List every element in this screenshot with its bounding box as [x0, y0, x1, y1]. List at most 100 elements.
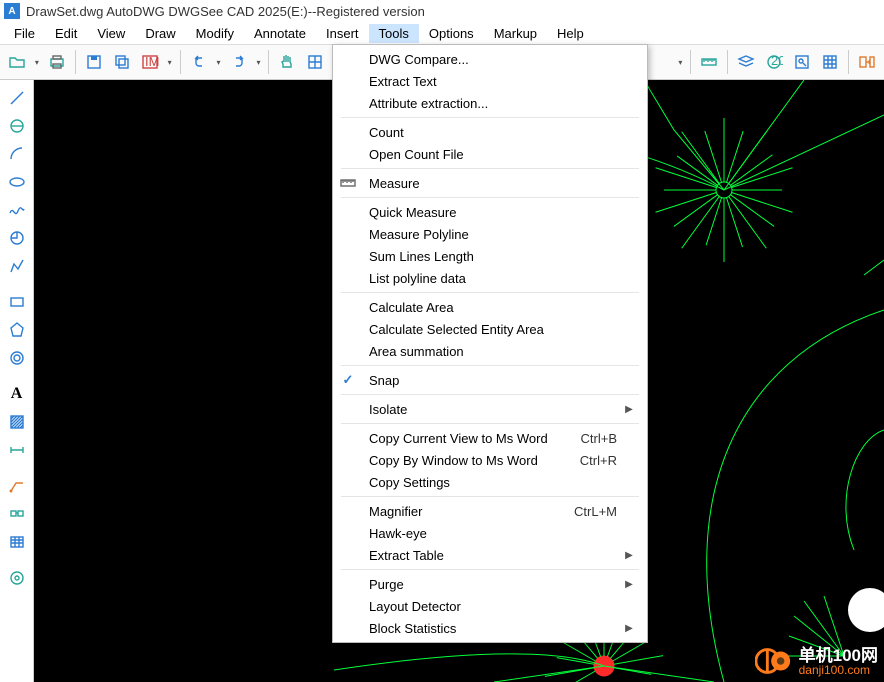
watermark-text: 单机100网 [799, 647, 878, 664]
menu-item-magnifier[interactable]: MagnifierCtrL+M [333, 500, 647, 522]
menu-file[interactable]: File [4, 24, 45, 43]
menu-help[interactable]: Help [547, 24, 594, 43]
menu-item-label: Count [363, 125, 623, 140]
menu-item-label: Calculate Area [363, 300, 623, 315]
menu-item-extract-table[interactable]: Extract Table▶ [333, 544, 647, 566]
pan-button[interactable] [274, 49, 300, 75]
menu-item-label: Measure Polyline [363, 227, 623, 242]
menu-item-label: Attribute extraction... [363, 96, 623, 111]
menu-tools[interactable]: Tools [369, 24, 419, 43]
line-tool-icon[interactable] [5, 86, 29, 110]
menu-item-label: Measure [363, 176, 623, 191]
menu-item-label: Snap [363, 373, 623, 388]
history-button[interactable]: 20 [761, 49, 787, 75]
redo-button[interactable] [226, 49, 252, 75]
copy-button[interactable] [109, 49, 135, 75]
toolbar-separator [690, 50, 691, 74]
menu-bar: FileEditViewDrawModifyAnnotateInsertTool… [0, 22, 884, 44]
menu-item-label: Block Statistics [363, 621, 623, 636]
menu-item-label: List polyline data [363, 271, 623, 286]
submenu-arrow-icon: ▶ [623, 404, 635, 415]
menu-item-attribute-extraction[interactable]: Attribute extraction... [333, 92, 647, 114]
menu-edit[interactable]: Edit [45, 24, 87, 43]
menu-item-extract-text[interactable]: Extract Text [333, 70, 647, 92]
block-tool-icon[interactable] [5, 502, 29, 526]
text-tool-icon[interactable]: A [5, 382, 29, 406]
menu-modify[interactable]: Modify [186, 24, 244, 43]
menu-item-sum-lines-length[interactable]: Sum Lines Length [333, 245, 647, 267]
find-button[interactable] [789, 49, 815, 75]
menu-item-count[interactable]: Count [333, 121, 647, 143]
menu-item-copy-settings[interactable]: Copy Settings [333, 471, 647, 493]
target-tool-icon[interactable] [5, 566, 29, 590]
menu-item-snap[interactable]: ✓Snap [333, 369, 647, 391]
watermark-subtext: danji100.com [799, 664, 878, 676]
menu-annotate[interactable]: Annotate [244, 24, 316, 43]
menu-item-label: Copy Current View to Ms Word [363, 431, 581, 446]
menu-item-label: Magnifier [363, 504, 574, 519]
polygon-tool-icon[interactable] [5, 318, 29, 342]
submenu-arrow-icon: ▶ [623, 550, 635, 561]
ring-tool-icon[interactable] [5, 346, 29, 370]
arc-tool-icon[interactable] [5, 142, 29, 166]
menu-item-label: DWG Compare... [363, 52, 623, 67]
rectangle-tool-icon[interactable] [5, 290, 29, 314]
menu-item-label: Sum Lines Length [363, 249, 623, 264]
ruler-button[interactable] [696, 49, 722, 75]
menu-item-copy-by-window-to-ms-word[interactable]: Copy By Window to Ms WordCtrl+R [333, 449, 647, 471]
print-button[interactable] [44, 49, 70, 75]
menu-item-calculate-area[interactable]: Calculate Area [333, 296, 647, 318]
polyline-tool-icon[interactable] [5, 254, 29, 278]
menu-item-shortcut: Ctrl+R [580, 453, 623, 468]
open-dropdown-icon[interactable]: ▾ [32, 49, 42, 75]
open-button[interactable] [4, 49, 30, 75]
menu-item-measure[interactable]: Measure [333, 172, 647, 194]
image-export-button[interactable]: IMG [137, 49, 163, 75]
menu-item-quick-measure[interactable]: Quick Measure [333, 201, 647, 223]
ellipse-tool-icon[interactable] [5, 170, 29, 194]
layers-button[interactable] [733, 49, 759, 75]
layer-dropdown-icon[interactable]: ▾ [675, 49, 685, 75]
save-button[interactable] [81, 49, 107, 75]
circle-tool-icon[interactable] [5, 114, 29, 138]
menu-item-area-summation[interactable]: Area summation [333, 340, 647, 362]
menu-item-isolate[interactable]: Isolate▶ [333, 398, 647, 420]
menu-item-list-polyline-data[interactable]: List polyline data [333, 267, 647, 289]
spline-tool-icon[interactable] [5, 198, 29, 222]
menu-view[interactable]: View [87, 24, 135, 43]
menu-insert[interactable]: Insert [316, 24, 369, 43]
menu-item-block-statistics[interactable]: Block Statistics▶ [333, 617, 647, 639]
menu-markup[interactable]: Markup [484, 24, 547, 43]
menu-item-hawk-eye[interactable]: Hawk-eye [333, 522, 647, 544]
grid-table-button[interactable] [817, 49, 843, 75]
svg-text:IMG: IMG [145, 54, 159, 69]
convert-button[interactable] [854, 49, 880, 75]
menu-item-layout-detector[interactable]: Layout Detector [333, 595, 647, 617]
menu-item-dwg-compare[interactable]: DWG Compare... [333, 48, 647, 70]
leader-tool-icon[interactable] [5, 474, 29, 498]
toolbar-separator [268, 50, 269, 74]
menu-item-purge[interactable]: Purge▶ [333, 573, 647, 595]
hatch-tool-icon[interactable] [5, 410, 29, 434]
left-tool-palette: A [0, 80, 34, 682]
dimension-tool-icon[interactable] [5, 438, 29, 462]
redo-dropdown-icon[interactable]: ▾ [253, 49, 263, 75]
undo-button[interactable] [186, 49, 212, 75]
zoom-extents-button[interactable] [302, 49, 328, 75]
menu-item-measure-polyline[interactable]: Measure Polyline [333, 223, 647, 245]
menu-item-copy-current-view-to-ms-word[interactable]: Copy Current View to Ms WordCtrl+B [333, 427, 647, 449]
menu-item-label: Calculate Selected Entity Area [363, 322, 623, 337]
image-dropdown-icon[interactable]: ▾ [165, 49, 175, 75]
menu-options[interactable]: Options [419, 24, 484, 43]
menu-item-calculate-selected-entity-area[interactable]: Calculate Selected Entity Area [333, 318, 647, 340]
undo-dropdown-icon[interactable]: ▾ [214, 49, 224, 75]
submenu-arrow-icon: ▶ [623, 579, 635, 590]
watermark-logo-icon [755, 642, 793, 680]
menu-item-open-count-file[interactable]: Open Count File [333, 143, 647, 165]
tools-menu-dropdown: DWG Compare... Extract Text Attribute extr… [332, 44, 648, 643]
split-circle-tool-icon[interactable] [5, 226, 29, 250]
menu-item-label: Area summation [363, 344, 623, 359]
table-tool-icon[interactable] [5, 530, 29, 554]
toolbar-separator [75, 50, 76, 74]
menu-draw[interactable]: Draw [135, 24, 185, 43]
